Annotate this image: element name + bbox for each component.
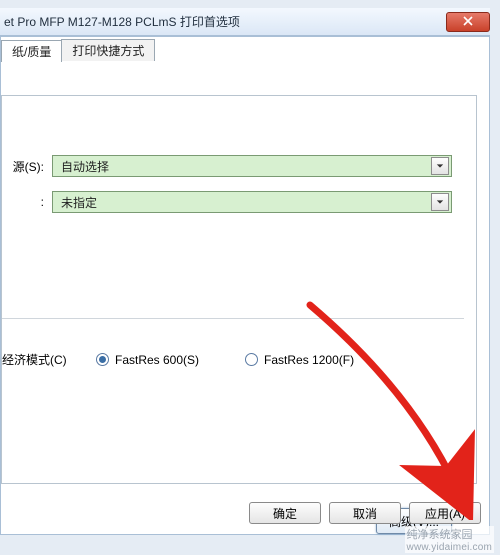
window-client: 纸/质量 打印快捷方式 源(S): 自动选择 : 未指定 bbox=[0, 36, 490, 535]
dialog-buttons: 确定 取消 应用(A) bbox=[1, 498, 489, 528]
watermark: 纯净系统家园 www.yidaimei.com bbox=[405, 526, 494, 553]
mediatype-select[interactable]: 未指定 bbox=[52, 191, 452, 213]
tab-label: 纸/质量 bbox=[12, 43, 51, 60]
tab-shortcuts[interactable]: 打印快捷方式 bbox=[61, 39, 155, 61]
ok-button[interactable]: 确定 bbox=[249, 502, 321, 524]
watermark-line1: 纯净系统家园 bbox=[407, 526, 492, 542]
radio-icon bbox=[96, 353, 109, 366]
cancel-button[interactable]: 取消 bbox=[329, 502, 401, 524]
source-label: 源(S): bbox=[2, 158, 52, 175]
tab-panel: 源(S): 自动选择 : 未指定 经济模式(C) FastRes 6 bbox=[1, 95, 477, 484]
radio-label: FastRes 1200(F) bbox=[264, 353, 354, 367]
close-icon bbox=[463, 15, 473, 29]
source-select[interactable]: 自动选择 bbox=[52, 155, 452, 177]
apply-button[interactable]: 应用(A) bbox=[409, 502, 481, 524]
chevron-down-icon bbox=[431, 193, 449, 211]
mediatype-value: 未指定 bbox=[61, 194, 97, 211]
radio-fastres-1200[interactable]: FastRes 1200(F) bbox=[245, 353, 354, 367]
eco-mode-label: 经济模式(C) bbox=[2, 351, 96, 368]
tab-paper-quality[interactable]: 纸/质量 bbox=[1, 40, 62, 62]
source-value: 自动选择 bbox=[61, 158, 109, 175]
radio-label: FastRes 600(S) bbox=[115, 353, 199, 367]
window-title: et Pro MFP M127-M128 PCLmS 打印首选项 bbox=[4, 13, 240, 30]
button-label: 应用(A) bbox=[425, 505, 465, 522]
watermark-line2: www.yidaimei.com bbox=[407, 542, 492, 553]
quality-row: 经济模式(C) FastRes 600(S) FastRes 1200(F) bbox=[2, 351, 464, 368]
button-label: 确定 bbox=[273, 505, 297, 522]
tab-label: 打印快捷方式 bbox=[72, 42, 144, 59]
separator bbox=[2, 318, 464, 319]
radio-icon bbox=[245, 353, 258, 366]
titlebar: et Pro MFP M127-M128 PCLmS 打印首选项 bbox=[0, 8, 490, 36]
close-button[interactable] bbox=[446, 12, 490, 32]
chevron-down-icon bbox=[431, 157, 449, 175]
radio-fastres-600[interactable]: FastRes 600(S) bbox=[96, 353, 199, 367]
mediatype-label: : bbox=[2, 195, 52, 209]
button-label: 取消 bbox=[353, 505, 377, 522]
